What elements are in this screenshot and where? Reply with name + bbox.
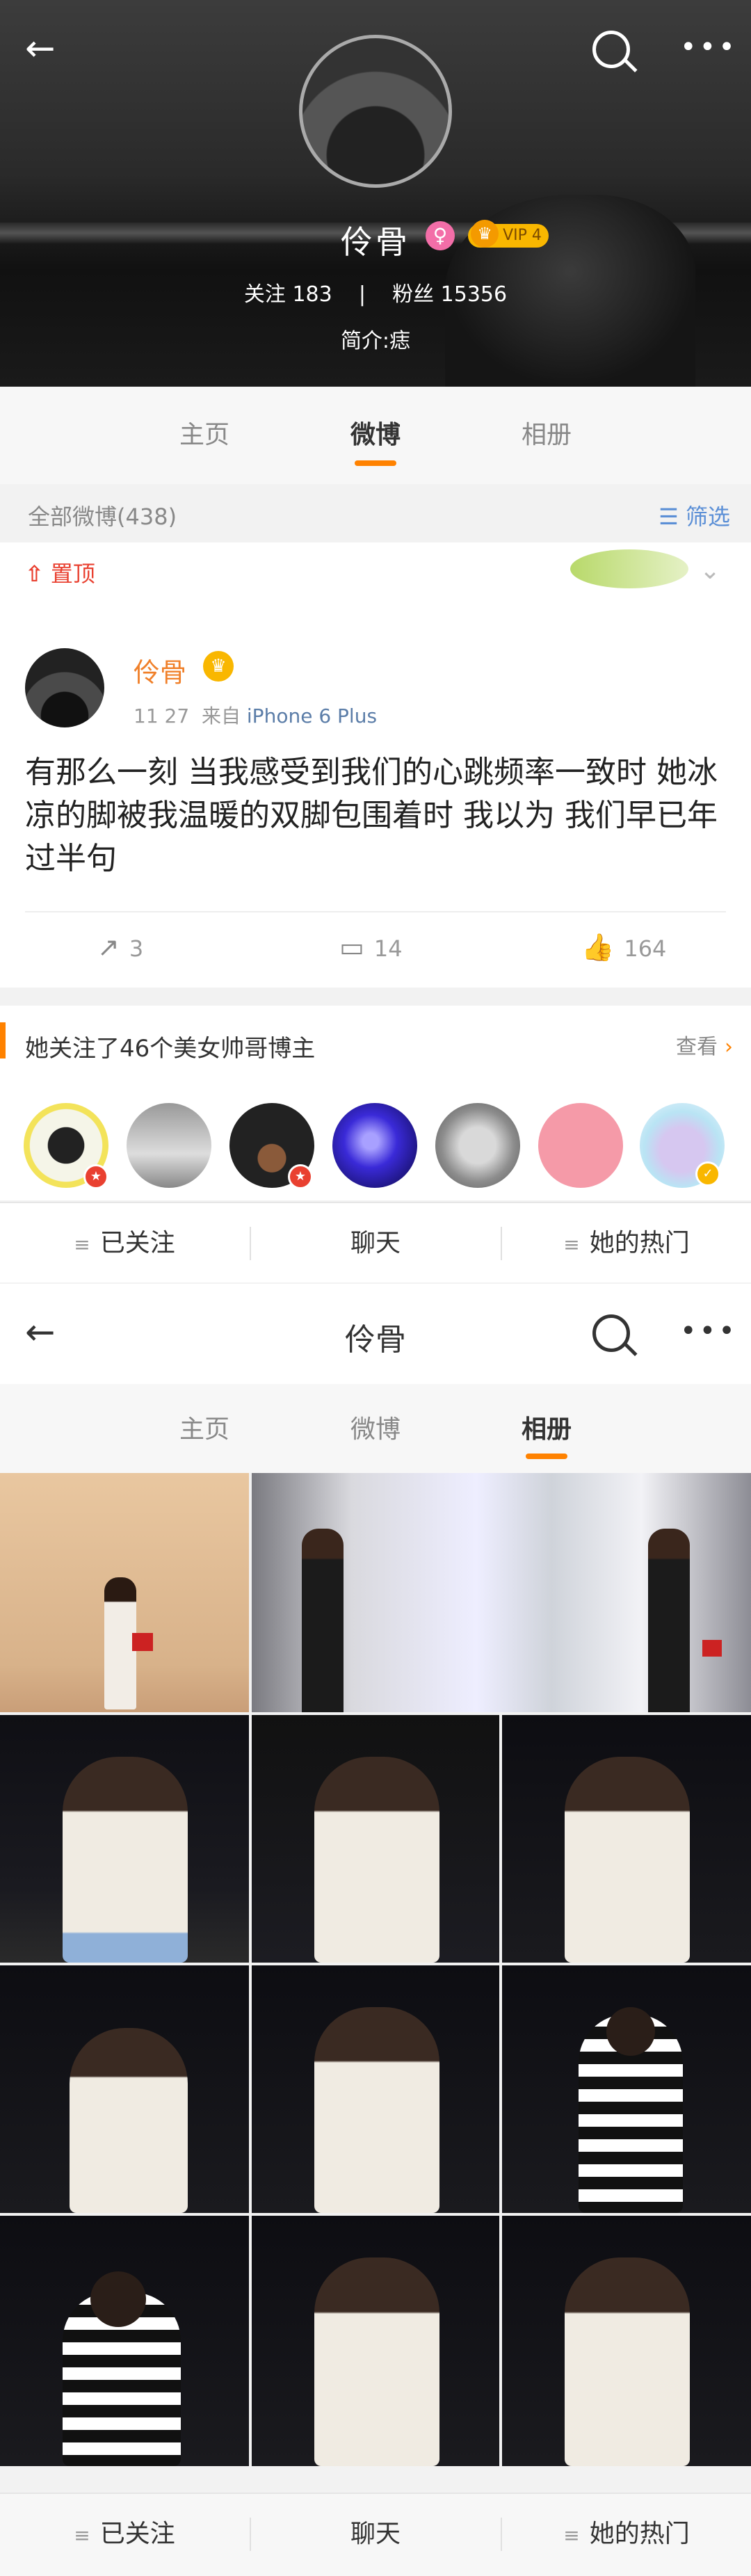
chat-button[interactable]: 聊天: [251, 2494, 500, 2575]
post-source: iPhone 6 Plus: [246, 705, 378, 727]
crown-icon: ♛: [471, 220, 499, 248]
photo-thumbnail[interactable]: [502, 2216, 751, 2466]
profile-stats: 关注 183 | 粉丝 15356: [0, 277, 751, 307]
verified-badge-icon: ★: [83, 1164, 108, 1189]
photo-thumbnail[interactable]: [0, 1473, 249, 1712]
menu-icon: ≡: [563, 1233, 580, 1256]
post-text[interactable]: 有那么一刻 当我感受到我们的心跳频率一致时 她冰凉的脚被我温暖的双脚包围着时 我…: [25, 751, 727, 880]
photo-figure: [565, 2257, 690, 2466]
more-icon[interactable]: •••: [680, 33, 738, 61]
all-posts-count[interactable]: 全部微博(438): [28, 499, 177, 531]
chat-button[interactable]: 聊天: [251, 1203, 500, 1284]
back-icon[interactable]: ←: [25, 31, 56, 67]
photo-figure: [70, 2028, 188, 2213]
blogger-avatar[interactable]: [538, 1103, 623, 1188]
profile-badges: ♀ ♛ VIP 4: [426, 220, 549, 252]
photo-figure: [702, 1640, 722, 1657]
card-decoration: [570, 549, 688, 588]
photo-thumbnail[interactable]: [502, 1715, 751, 1963]
blogger-avatar[interactable]: [435, 1103, 520, 1188]
crown-icon: ♛: [203, 651, 234, 682]
following-stat[interactable]: 关注 183: [244, 282, 332, 307]
filter-icon: ☰: [659, 504, 679, 530]
photo-thumbnail[interactable]: [252, 1715, 499, 1963]
pinned-post-card[interactable]: ⇧ 置顶 ⌄ 伶骨 ♛ 11 27 来自 iPhone 6 Plus 有那么一刻 …: [0, 542, 751, 988]
photo-figure: [314, 2257, 439, 2466]
post-author-name[interactable]: 伶骨: [134, 651, 186, 689]
verified-badge-icon: ★: [288, 1164, 313, 1189]
bottom-action-bar: ≡ 已关注 聊天 ≡ 她的热门: [0, 1202, 751, 1282]
section-accent-bar: [0, 1022, 6, 1058]
chevron-down-icon[interactable]: ⌄: [700, 556, 720, 585]
photo-figure: [302, 1529, 344, 1712]
divider: [25, 911, 726, 912]
vip-badge[interactable]: ♛ VIP 4: [468, 220, 549, 248]
like-button[interactable]: 👍 164: [581, 932, 666, 963]
tab-album[interactable]: 相册: [491, 1409, 602, 1459]
followed-bloggers-title: 她关注了46个美女帅哥博主: [25, 1035, 316, 1063]
active-tab-indicator: [355, 460, 396, 466]
profile-avatar[interactable]: [299, 35, 452, 188]
followed-button[interactable]: ≡ 已关注: [0, 2494, 249, 2575]
active-tab-indicator: [526, 1454, 567, 1459]
filter-button[interactable]: ☰ 筛选: [659, 499, 730, 531]
hot-posts-button[interactable]: ≡ 她的热门: [502, 1203, 751, 1284]
photo-figure: [132, 1633, 153, 1651]
photo-figure: [606, 2007, 655, 2056]
repost-icon: ↗: [97, 932, 120, 963]
chevron-right-icon: ›: [725, 1035, 733, 1059]
photo-thumbnail[interactable]: [0, 2216, 249, 2466]
bottom-action-bar: ≡ 已关注 聊天 ≡ 她的热门: [0, 2493, 751, 2576]
tab-weibo[interactable]: 微博: [320, 1409, 431, 1445]
menu-icon: ≡: [74, 1233, 90, 1256]
profile-bio: 简介:痣: [340, 329, 411, 353]
photo-figure: [314, 2007, 439, 2213]
pinned-label: ⇧ 置顶: [25, 561, 95, 587]
female-icon: ♀: [426, 221, 455, 250]
pin-icon: ⇧: [25, 561, 44, 587]
comment-button[interactable]: ▭ 14: [339, 932, 403, 963]
menu-icon: ≡: [563, 2524, 580, 2547]
comment-icon: ▭: [339, 932, 364, 963]
followers-stat[interactable]: 粉丝 15356: [392, 282, 507, 307]
tab-home[interactable]: 主页: [149, 414, 260, 451]
posts-filter-bar: 全部微博(438) ☰ 筛选: [0, 485, 751, 542]
album-navbar: ← 伶骨 •••: [0, 1284, 751, 1384]
more-icon[interactable]: •••: [680, 1317, 738, 1345]
vip-label: VIP 4: [503, 227, 542, 244]
photo-figure: [314, 1757, 439, 1963]
blogger-avatar[interactable]: [332, 1103, 417, 1188]
stats-separator: |: [358, 282, 366, 307]
album-tabs: 主页 微博 相册: [0, 1384, 751, 1473]
photo-thumbnail[interactable]: [252, 1473, 751, 1712]
vip-badge-icon: ✓: [695, 1161, 720, 1186]
photo-thumbnail[interactable]: [502, 1965, 751, 2213]
photo-thumbnail[interactable]: [0, 1965, 249, 2213]
hot-posts-button[interactable]: ≡ 她的热门: [502, 2494, 751, 2575]
photo-figure: [648, 1529, 690, 1712]
profile-tabs: 主页 微博 相册: [0, 387, 751, 484]
album-page-title: 伶骨: [345, 1322, 406, 1358]
like-icon: 👍: [581, 932, 615, 963]
post-author-avatar[interactable]: [25, 648, 104, 727]
post-meta: 11 27 来自 iPhone 6 Plus: [134, 705, 378, 727]
tab-home[interactable]: 主页: [149, 1409, 260, 1445]
tab-weibo[interactable]: 微博: [320, 414, 431, 466]
followed-button[interactable]: ≡ 已关注: [0, 1203, 249, 1284]
photo-figure: [90, 2271, 146, 2327]
photo-figure: [63, 1757, 188, 1963]
photo-thumbnail[interactable]: [252, 1965, 499, 2213]
profile-name: 伶骨: [341, 223, 410, 261]
photo-thumbnail[interactable]: [252, 2216, 499, 2466]
repost-button[interactable]: ↗ 3: [97, 932, 143, 963]
followed-bloggers-section: 她关注了46个美女帅哥博主 查看 › ★ ★ ✓: [0, 1006, 751, 1200]
menu-icon: ≡: [74, 2524, 90, 2547]
blogger-avatar[interactable]: [127, 1103, 211, 1188]
photo-thumbnail[interactable]: [0, 1715, 249, 1963]
tab-album[interactable]: 相册: [491, 414, 602, 451]
view-more-link[interactable]: 查看 ›: [676, 1029, 733, 1060]
photo-figure: [565, 1757, 690, 1963]
